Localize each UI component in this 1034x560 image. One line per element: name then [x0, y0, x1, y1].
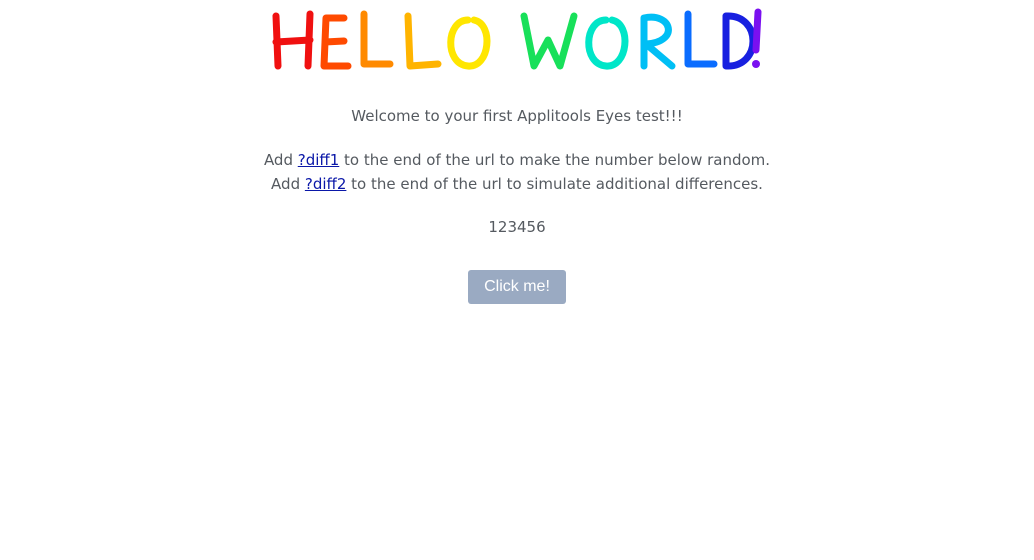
- page: Welcome to your first Applitools Eyes te…: [0, 0, 1034, 560]
- diff1-suffix: to the end of the url to make the number…: [339, 151, 771, 169]
- random-number: 123456: [488, 218, 546, 236]
- click-me-button[interactable]: Click me!: [468, 270, 566, 304]
- diff2-link[interactable]: ?diff2: [305, 175, 347, 193]
- diff1-link[interactable]: ?diff1: [298, 151, 340, 169]
- diff1-instruction: Add ?diff1 to the end of the url to make…: [0, 150, 1034, 170]
- diff2-prefix: Add: [271, 175, 305, 193]
- hello-world-logo: [268, 6, 766, 76]
- diff2-suffix: to the end of the url to simulate additi…: [346, 175, 763, 193]
- diff2-instruction: Add ?diff2 to the end of the url to simu…: [0, 174, 1034, 194]
- hello-world-logo-graphic: [272, 8, 762, 70]
- welcome-text: Welcome to your first Applitools Eyes te…: [351, 107, 683, 125]
- diff1-prefix: Add: [263, 151, 298, 169]
